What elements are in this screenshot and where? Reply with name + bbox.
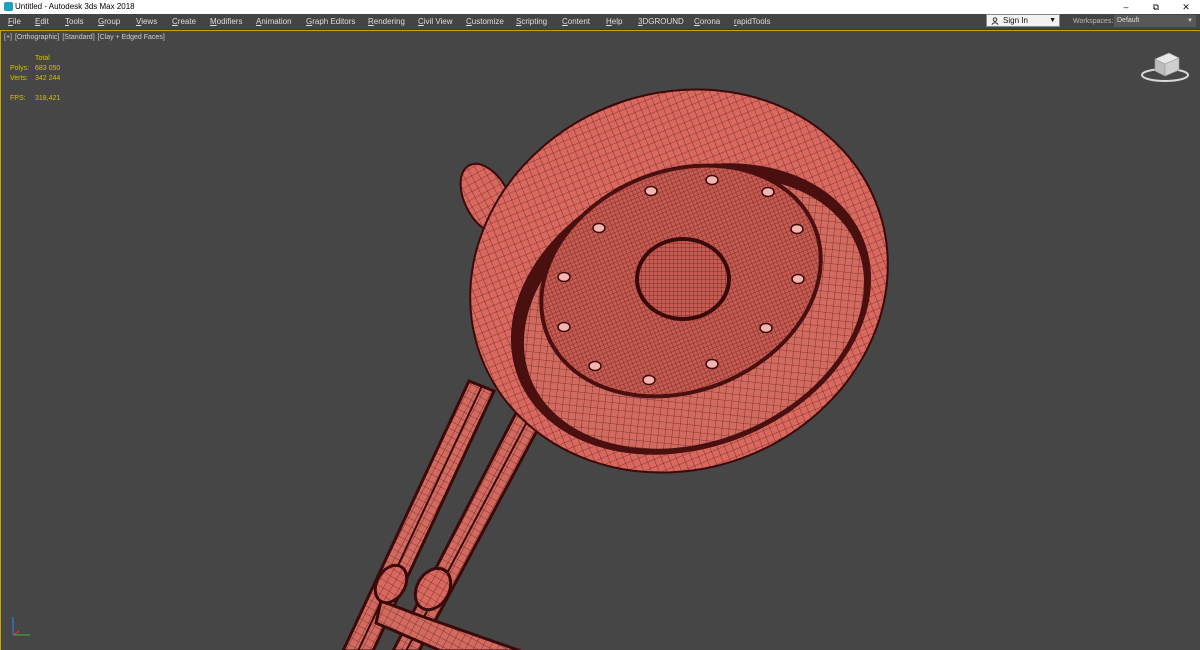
menu-corona[interactable]: Corona [694,16,720,27]
menu-tools[interactable]: Tools [65,16,84,27]
chevron-down-icon: ▼ [1187,18,1193,24]
menu-modifiers[interactable]: Modifiers [210,16,242,27]
verts-value: 342 244 [35,75,61,82]
sign-in-label: Sign In [1003,16,1028,25]
menu-scripting[interactable]: Scripting [516,16,547,27]
polys-value: 683 050 [35,65,61,72]
minimize-icon[interactable]: – [1112,0,1140,14]
viewport-view-menu[interactable]: [Orthographic] [15,34,59,41]
workspace-select[interactable]: Default ▼ [1114,15,1196,27]
menu-create[interactable]: Create [172,16,196,27]
menu-animation[interactable]: Animation [256,16,292,27]
stats-header: Total [35,55,50,62]
window-title: Untitled - Autodesk 3ds Max 2018 [15,2,135,11]
fps-label: FPS: [10,95,26,102]
3ds-max-app-icon[interactable] [4,2,13,11]
menu-views[interactable]: Views [136,16,157,27]
chevron-down-icon: ▼ [1049,17,1056,24]
menu-rapidtools[interactable]: rapidTools [734,16,770,27]
close-icon[interactable]: ✕ [1172,0,1200,14]
viewport-preset-menu[interactable]: [Standard] [62,34,94,41]
viewport-shading-menu[interactable]: [Clay + Edged Faces] [98,34,165,41]
menu-customize[interactable]: Customize [466,16,504,27]
menu-file[interactable]: File [8,16,21,27]
menu-help[interactable]: Help [606,16,622,27]
viewcube-icon[interactable] [1139,49,1191,85]
menu-civil-view[interactable]: Civil View [418,16,453,27]
menu-content[interactable]: Content [562,16,590,27]
verts-label: Verts: [10,75,28,82]
menu-3dground[interactable]: 3DGROUND [638,16,684,27]
perspective-viewport[interactable]: [+] [Orthographic] [Standard] [Clay + Edged… [0,30,1200,650]
lamp-arm [341,379,544,650]
menu-group[interactable]: Group [98,16,120,27]
fps-value: 318,421 [35,95,61,102]
menu-rendering[interactable]: Rendering [368,16,405,27]
menu-edit[interactable]: Edit [35,16,49,27]
axis-tripod-icon [12,617,30,636]
scene-statistics: Total Polys: 683 050 Verts: 342 244 FPS: 31… [10,54,90,104]
user-icon [991,17,999,25]
workspaces-label: Workspaces: [1073,18,1114,25]
sign-in-dropdown[interactable]: Sign In ▼ [986,14,1060,27]
menu-graph-editors[interactable]: Graph Editors [306,16,355,27]
viewport-plus-menu[interactable]: [+] [4,34,12,41]
viewport-label-menu[interactable]: [+] [Orthographic] [Standard] [Clay + Edged… [4,33,168,43]
scene-canvas[interactable] [1,31,1200,650]
polys-label: Polys: [10,65,30,72]
title-bar: Untitled - Autodesk 3ds Max 2018 – ⧉ ✕ [0,0,1200,14]
restore-icon[interactable]: ⧉ [1142,0,1170,14]
workspace-value: Default [1117,17,1140,24]
